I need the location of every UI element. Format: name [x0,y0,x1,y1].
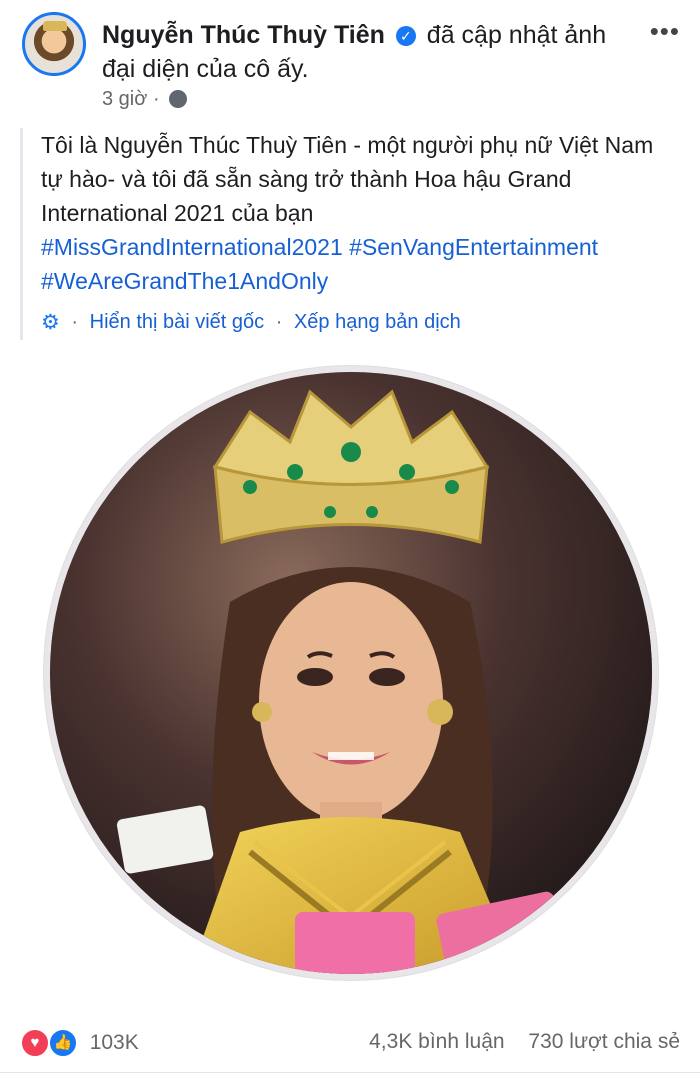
reaction-summary[interactable]: ♥ 👍 103K [20,1028,139,1058]
gear-icon[interactable]: ⚙ [41,310,60,335]
translated-post-block: Tôi là Nguyễn Thúc Thuỳ Tiên - một người… [20,128,680,340]
more-options-icon[interactable]: ••• [650,16,680,47]
divider [0,1072,700,1073]
post-meta: 3 giờ · [102,88,188,111]
profile-photo-frame [44,366,658,980]
crown-icon [43,21,67,31]
like-reaction-icon: 👍 [47,1028,78,1058]
show-original-link[interactable]: Hiển thị bài viết gốc [90,311,265,333]
post-time[interactable]: 3 giờ [102,88,147,110]
post-hashtags[interactable]: #MissGrandInternational2021 #SenVangEnte… [41,230,680,298]
reaction-count: 103K [89,1031,139,1054]
post-body: Tôi là Nguyễn Thúc Thuỳ Tiên - một người… [41,132,654,226]
globe-icon [169,90,188,108]
post-footer: ♥ 👍 103K 4,3K bình luận 730 lượt chia sẻ [0,1018,700,1066]
engagement-stats: 4,3K bình luận 730 lượt chia sẻ [351,1030,680,1054]
author-name[interactable]: Nguyễn Thúc Thuỳ Tiên [102,21,385,49]
separator: · [71,311,79,333]
shares-count[interactable]: 730 lượt chia sẻ [528,1030,680,1053]
love-reaction-icon: ♥ [20,1028,50,1058]
verified-badge-icon: ✓ [395,26,416,46]
portrait-illustration [50,372,652,974]
separator: · [275,311,283,333]
translation-controls: ⚙ · Hiển thị bài viết gốc · Xếp hạng bản… [41,310,680,335]
post-header: Nguyễn Thúc Thuỳ Tiên ✓ đã cập nhật ảnh … [102,18,622,86]
profile-photo[interactable] [50,372,652,974]
rate-translation-link[interactable]: Xếp hạng bản dịch [294,311,461,333]
author-avatar[interactable] [22,12,86,76]
comments-count[interactable]: 4,3K bình luận [369,1030,504,1053]
